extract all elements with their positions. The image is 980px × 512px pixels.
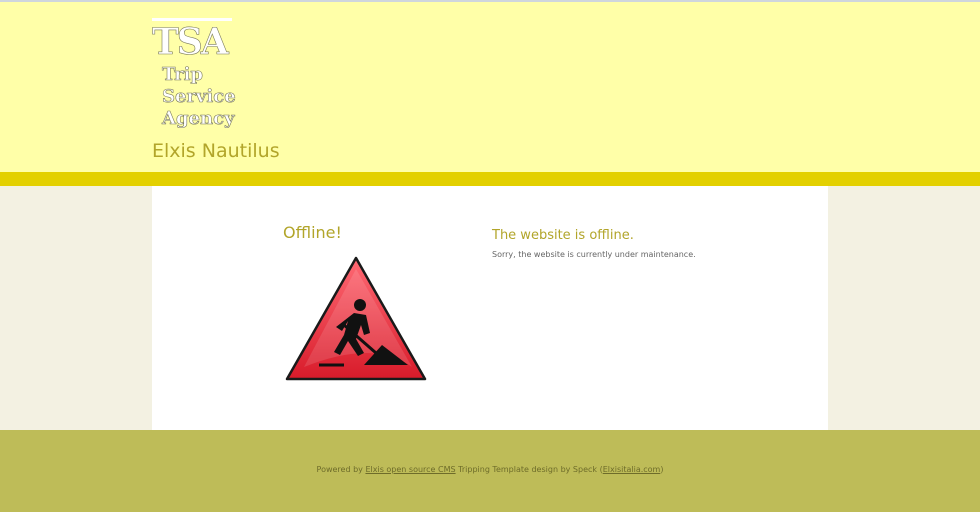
main-area: Offline! The website is offline. Sorry, … — [0, 186, 980, 430]
tsa-logo[interactable]: TSA Trip Service Agency — [152, 16, 262, 134]
men-at-work-warning-sign-icon — [284, 255, 428, 383]
content-panel: Offline! The website is offline. Sorry, … — [152, 186, 828, 430]
footer-template-text: Tripping Template design by Speck ( — [458, 465, 603, 474]
logo-line-2: Service — [162, 86, 236, 107]
logo-tsa-text: TSA — [152, 21, 230, 63]
site-name[interactable]: Elxis Nautilus — [152, 140, 280, 162]
offline-heading: Offline! — [283, 223, 342, 242]
footer-powered-by: Powered by — [316, 465, 363, 474]
tsa-logo-graphic: TSA Trip Service Agency — [152, 18, 236, 129]
logo-bar — [152, 18, 232, 21]
footer-site-link[interactable]: Elxisitalia.com — [603, 465, 661, 474]
footer-close-paren: ) — [660, 465, 664, 474]
logo-line-1: Trip — [162, 64, 203, 85]
header-band — [0, 172, 980, 186]
logo-line-3: Agency — [161, 108, 235, 129]
site-header: TSA Trip Service Agency Elxis Nautilus — [0, 2, 980, 172]
offline-message-text: Sorry, the website is currently under ma… — [492, 250, 696, 259]
offline-message-title: The website is offline. — [492, 228, 634, 243]
footer-credits: Powered by Elxis open source CMS Trippin… — [0, 465, 980, 474]
footer-cms-link[interactable]: Elxis open source CMS — [365, 465, 455, 474]
site-footer: Powered by Elxis open source CMS Trippin… — [0, 430, 980, 512]
